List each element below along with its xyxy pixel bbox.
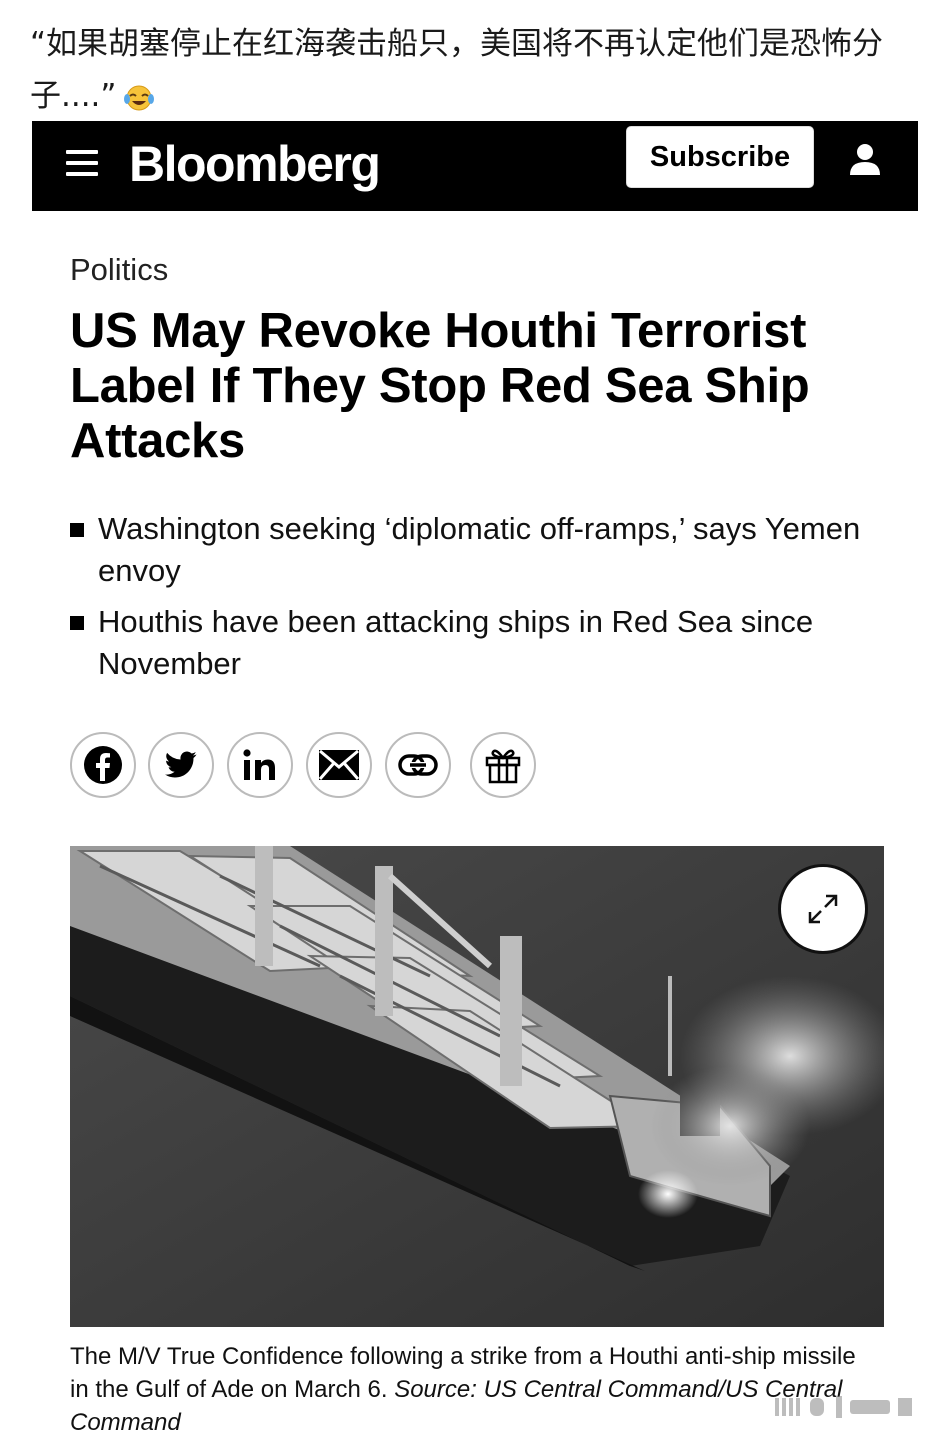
twitter-share-button[interactable] xyxy=(148,732,214,798)
facebook-share-button[interactable] xyxy=(70,732,136,798)
gift-article-button[interactable] xyxy=(470,732,536,798)
email-icon xyxy=(318,749,360,780)
user-account-icon[interactable] xyxy=(848,142,882,178)
copy-link-button[interactable] xyxy=(385,732,451,798)
email-share-button[interactable] xyxy=(306,732,372,798)
article-category[interactable]: Politics xyxy=(70,252,168,288)
article-summary-list: Washington seeking ‘diplomatic off-ramps… xyxy=(70,508,890,694)
summary-bullet: Washington seeking ‘diplomatic off-ramps… xyxy=(70,508,890,592)
summary-bullet-text: Houthis have been attacking ships in Red… xyxy=(98,604,814,681)
expand-icon xyxy=(808,894,838,924)
subscribe-button[interactable]: Subscribe xyxy=(626,126,814,188)
linkedin-share-button[interactable] xyxy=(227,732,293,798)
expand-image-button[interactable] xyxy=(778,864,868,954)
watermark-logo xyxy=(775,1396,912,1418)
summary-bullet-text: Washington seeking ‘diplomatic off-ramps… xyxy=(98,511,861,588)
gift-icon xyxy=(485,749,521,784)
facebook-icon xyxy=(84,746,122,784)
laughing-crying-emoji-icon xyxy=(124,85,155,111)
hamburger-menu-icon[interactable] xyxy=(66,150,98,180)
twitter-icon xyxy=(164,751,197,778)
article-headline: US May Revoke Houthi Terrorist Label If … xyxy=(70,304,810,468)
article-photo[interactable] xyxy=(70,846,884,1327)
link-icon xyxy=(398,754,438,776)
photo-caption: The M/V True Confidence following a stri… xyxy=(70,1340,870,1439)
summary-bullet: Houthis have been attacking ships in Red… xyxy=(70,601,890,685)
post-text: “如果胡塞停止在红海袭击船只，美国将不再认定他们是恐怖分子....” xyxy=(30,18,915,122)
linkedin-icon xyxy=(243,749,275,780)
bloomberg-logo[interactable]: Bloomberg xyxy=(129,129,381,199)
post-text-content: “如果胡塞停止在红海袭击船只，美国将不再认定他们是恐怖分子....” xyxy=(30,26,884,114)
site-header: Bloomberg Subscribe xyxy=(32,121,918,211)
cargo-ship-image xyxy=(70,846,884,1327)
